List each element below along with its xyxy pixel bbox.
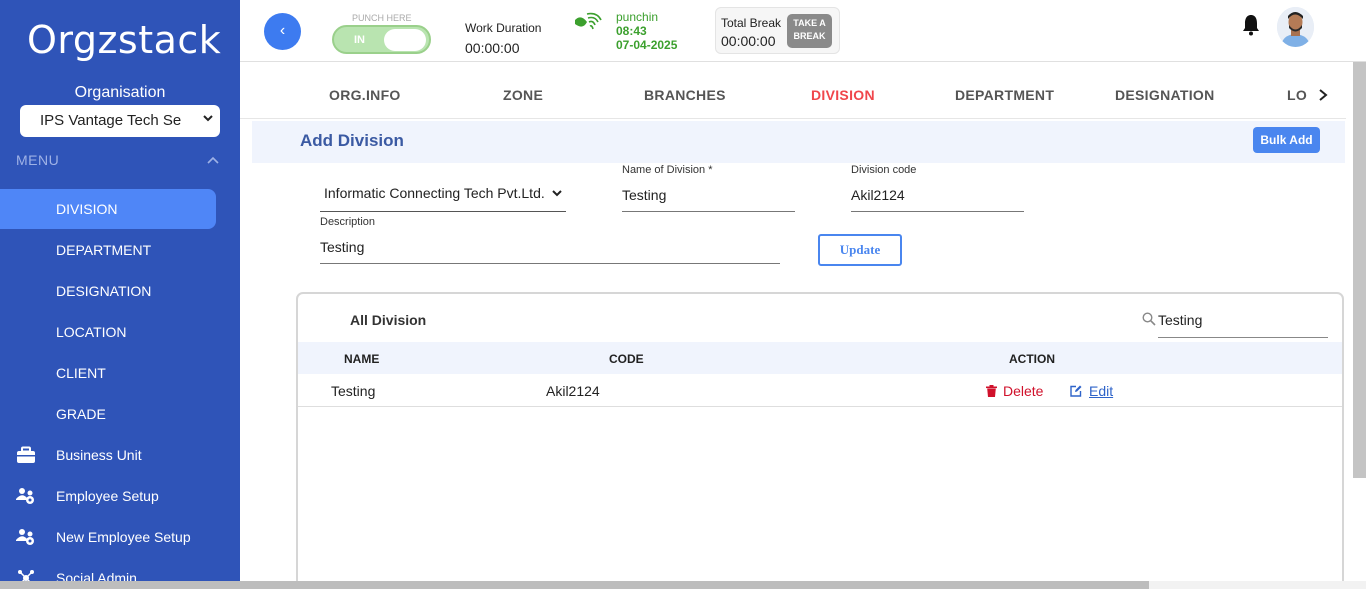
table-header: NAME CODE ACTION xyxy=(298,342,1342,374)
search-input[interactable]: Testing xyxy=(1158,312,1328,338)
sidebar-item-location[interactable]: LOCATION xyxy=(0,312,240,352)
tab-zone[interactable]: ZONE xyxy=(503,87,543,103)
page-title: Add Division xyxy=(300,131,404,150)
edit-button[interactable]: Edit xyxy=(1070,383,1113,399)
sidebar-item-new-employee-setup[interactable]: New Employee Setup xyxy=(0,517,240,557)
sidebar-item-designation[interactable]: DESIGNATION xyxy=(0,271,240,311)
update-button[interactable]: Update xyxy=(818,234,902,266)
work-duration-label: Work Duration xyxy=(465,21,542,35)
tab-designation[interactable]: DESIGNATION xyxy=(1115,87,1215,103)
division-code-field[interactable]: Akil2124 xyxy=(851,187,1024,212)
user-avatar-icon xyxy=(1277,7,1314,47)
top-bar: ‹ PUNCH HERE IN Work Duration 00:00:00 p… xyxy=(240,0,1366,62)
briefcase-icon xyxy=(17,446,35,463)
column-header-code[interactable]: CODE xyxy=(609,352,644,366)
vertical-scrollbar[interactable] xyxy=(1353,62,1366,478)
chevron-down-icon xyxy=(552,190,562,197)
delete-button[interactable]: Delete xyxy=(986,383,1043,399)
table-title: All Division xyxy=(350,312,427,328)
sidebar-item-employee-setup[interactable]: Employee Setup xyxy=(0,476,240,516)
company-select[interactable]: Informatic Connecting Tech Pvt.Ltd. xyxy=(320,177,566,212)
edit-icon xyxy=(1070,385,1082,397)
users-gear-icon xyxy=(16,529,34,545)
total-break-label: Total Break xyxy=(721,16,782,30)
punch-toggle-label: IN xyxy=(354,34,365,46)
collapse-sidebar-button[interactable]: ‹ xyxy=(264,13,301,50)
search-icon xyxy=(1142,312,1156,326)
organisation-label: Organisation xyxy=(74,84,166,101)
bell-icon[interactable] xyxy=(1242,14,1260,36)
sidebar-item-business-unit[interactable]: Business Unit xyxy=(0,435,240,475)
menu-heading: MENU xyxy=(16,152,60,168)
sidebar-item-client[interactable]: CLIENT xyxy=(0,353,240,393)
add-division-header: Add Division Bulk Add xyxy=(252,121,1345,163)
division-name-field[interactable]: Testing xyxy=(622,187,795,212)
tab-division[interactable]: DIVISION xyxy=(811,87,875,103)
total-break-box: Total Break 00:00:00 TAKE A BREAK xyxy=(715,7,840,54)
punch-time: 08:43 xyxy=(616,24,647,38)
sidebar-item-grade[interactable]: GRADE xyxy=(0,394,240,434)
total-break-value: 00:00:00 xyxy=(721,33,776,49)
division-code-label: Division code xyxy=(851,164,917,176)
horizontal-scrollbar[interactable] xyxy=(0,581,1149,589)
sidebar-item-division[interactable]: DIVISION xyxy=(0,189,216,229)
fingerprint-icon xyxy=(575,12,602,30)
division-name-label: Name of Division * xyxy=(622,164,713,176)
avatar[interactable] xyxy=(1277,7,1314,47)
company-select-value: Informatic Connecting Tech Pvt.Ltd. xyxy=(324,185,545,201)
chevron-down-icon xyxy=(203,115,213,122)
trash-icon xyxy=(986,385,997,397)
tab-org-info[interactable]: ORG.INFO xyxy=(329,87,401,103)
column-header-name[interactable]: NAME xyxy=(344,352,379,366)
bulk-add-button[interactable]: Bulk Add xyxy=(1253,127,1320,153)
cell-code: Akil2124 xyxy=(546,383,600,399)
tab-location[interactable]: LO xyxy=(1287,87,1307,103)
chevron-up-icon[interactable] xyxy=(207,156,219,164)
work-duration-value: 00:00:00 xyxy=(465,40,520,56)
sidebar: Orgzstack Organisation IPS Vantage Tech … xyxy=(0,0,240,589)
punch-date: 07-04-2025 xyxy=(616,38,678,52)
chevron-right-icon[interactable] xyxy=(1317,88,1329,102)
tab-department[interactable]: DEPARTMENT xyxy=(955,87,1054,103)
punch-toggle-knob xyxy=(384,29,426,51)
organisation-select[interactable]: IPS Vantage Tech Se xyxy=(20,105,220,137)
division-table-card: All Division Testing NAME CODE ACTION Te… xyxy=(296,292,1344,589)
app-logo: Orgzstack xyxy=(27,18,222,62)
description-label: Description xyxy=(320,216,376,228)
punch-toggle[interactable]: IN xyxy=(332,25,431,54)
take-a-break-button[interactable]: TAKE A BREAK xyxy=(787,14,832,48)
punch-status-label: punchin xyxy=(616,10,659,24)
column-header-action: ACTION xyxy=(1009,352,1055,366)
tab-branches[interactable]: BRANCHES xyxy=(644,87,726,103)
organisation-select-value: IPS Vantage Tech Se xyxy=(40,112,182,129)
punch-here-label: PUNCH HERE xyxy=(352,13,412,23)
table-row: Testing Akil2124 Delete Edit xyxy=(298,374,1342,407)
users-gear-icon xyxy=(16,488,34,504)
sidebar-item-department[interactable]: DEPARTMENT xyxy=(0,230,240,270)
cell-name: Testing xyxy=(331,383,376,399)
tab-bar: ORG.INFO ZONE BRANCHES DIVISION DEPARTME… xyxy=(240,75,1346,119)
punch-status: punchin 08:43 07-04-2025 xyxy=(616,10,677,52)
description-field[interactable]: Testing xyxy=(320,239,780,264)
